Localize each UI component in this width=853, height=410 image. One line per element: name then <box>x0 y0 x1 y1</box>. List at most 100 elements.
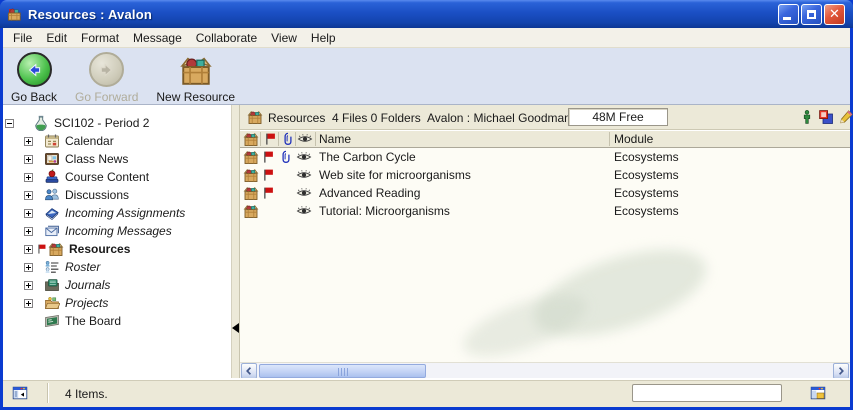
go-forward-button[interactable]: Go Forward <box>73 52 140 104</box>
menu-collaborate[interactable]: Collaborate <box>189 29 264 47</box>
sidebar-item-class-news[interactable]: Class News <box>3 150 231 168</box>
tree-item-label: The Board <box>65 314 121 328</box>
close-icon: ✕ <box>829 8 840 21</box>
resource-module: Ecosystems <box>614 168 679 182</box>
menu-help[interactable]: Help <box>304 29 343 47</box>
resource-name: The Carbon Cycle <box>319 150 416 164</box>
expand-plus-icon[interactable] <box>24 281 33 290</box>
resource-name: Advanced Reading <box>319 186 420 200</box>
sidebar-item-discussions[interactable]: Discussions <box>3 186 231 204</box>
tree-item-label: Course Content <box>65 170 149 184</box>
eye-icon <box>296 167 312 183</box>
statusbar-field <box>632 384 782 402</box>
resource-name: Web site for microorganisms <box>319 168 471 182</box>
expand-plus-icon[interactable] <box>24 173 33 182</box>
flask-icon <box>33 115 49 131</box>
expand-plus-icon[interactable] <box>24 245 33 254</box>
course-tree: SCI102 - Period 2 Calendar Class News Co… <box>3 105 232 378</box>
menu-format[interactable]: Format <box>74 29 126 47</box>
expand-plus-icon[interactable] <box>24 263 33 272</box>
table-row[interactable]: Web site for microorganisms Ecosystems <box>240 166 850 184</box>
column-eye-icon[interactable] <box>297 131 313 147</box>
go-back-button[interactable]: Go Back <box>9 52 59 104</box>
minimize-button[interactable] <box>778 4 799 25</box>
title-bar: Resources : Avalon ✕ <box>0 0 853 28</box>
menu-bar: File Edit Format Message Collaborate Vie… <box>3 28 850 48</box>
sidebar-item-course-content[interactable]: Course Content <box>3 168 231 186</box>
eye-icon <box>296 185 312 201</box>
menu-view[interactable]: View <box>264 29 304 47</box>
toolbar: Go Back Go Forward New Resource <box>3 48 850 105</box>
expand-plus-icon[interactable] <box>24 191 33 200</box>
panel-toggle-icon[interactable] <box>12 385 28 401</box>
column-separator <box>315 132 316 146</box>
free-space-label: 48M Free <box>592 110 643 124</box>
items-count-label: 4 Items. <box>65 387 108 401</box>
resource-crate-icon <box>243 185 259 201</box>
table-row[interactable]: The Carbon Cycle Ecosystems <box>240 148 850 166</box>
new-resource-label: New Resource <box>156 90 235 104</box>
resources-crate-icon <box>247 109 263 125</box>
resource-module: Ecosystems <box>614 150 679 164</box>
column-flag-icon[interactable] <box>262 131 278 147</box>
tree-root-course[interactable]: SCI102 - Period 2 <box>3 114 231 132</box>
tree-item-label: Discussions <box>65 188 129 202</box>
collapse-left-icon[interactable] <box>232 323 239 333</box>
incoming-messages-icon <box>44 223 60 239</box>
sidebar-item-roster[interactable]: Roster <box>3 258 231 276</box>
column-header-module[interactable]: Module <box>614 132 653 146</box>
board-icon <box>44 313 60 329</box>
column-header-name[interactable]: Name <box>319 132 351 146</box>
close-button[interactable]: ✕ <box>824 4 845 25</box>
sidebar-item-incoming-assignments[interactable]: Incoming Assignments <box>3 204 231 222</box>
course-content-icon <box>44 169 60 185</box>
scroll-left-button[interactable] <box>241 363 257 379</box>
window-controls: ✕ <box>778 4 845 25</box>
layers-icon[interactable] <box>818 109 834 125</box>
column-header-row: Name Module <box>240 130 850 148</box>
resource-crate-icon <box>243 203 259 219</box>
column-crate-icon[interactable] <box>243 131 259 147</box>
panel-splitter[interactable] <box>232 105 240 378</box>
sidebar-item-incoming-messages[interactable]: Incoming Messages <box>3 222 231 240</box>
person-icon[interactable] <box>799 109 815 125</box>
sidebar-item-the-board[interactable]: The Board <box>3 312 231 330</box>
sidebar-item-calendar[interactable]: Calendar <box>3 132 231 150</box>
expand-plus-icon[interactable] <box>24 299 33 308</box>
expand-plus-icon[interactable] <box>24 155 33 164</box>
tree-item-label: Class News <box>65 152 128 166</box>
expand-plus-icon[interactable] <box>24 227 33 236</box>
column-paperclip-icon[interactable] <box>280 131 296 147</box>
incoming-assignments-icon <box>44 205 60 221</box>
chevron-left-icon <box>242 363 256 379</box>
expand-plus-icon[interactable] <box>24 209 33 218</box>
tree-item-label: Calendar <box>65 134 114 148</box>
maximize-button[interactable] <box>801 4 822 25</box>
scroll-right-button[interactable] <box>833 363 849 379</box>
window-title: Resources : Avalon <box>28 7 778 22</box>
sidebar-item-projects[interactable]: Projects <box>3 294 231 312</box>
horizontal-scrollbar[interactable] <box>240 362 850 378</box>
layout-toggle-icon[interactable] <box>810 385 826 401</box>
column-separator <box>260 132 261 146</box>
expand-plus-icon[interactable] <box>24 137 33 146</box>
menu-file[interactable]: File <box>6 29 39 47</box>
files-folders-summary: 4 Files 0 Folders <box>332 111 421 125</box>
menu-edit[interactable]: Edit <box>39 29 74 47</box>
pencil-icon[interactable] <box>838 109 853 125</box>
table-row[interactable]: Tutorial: Microorganisms Ecosystems <box>240 202 850 220</box>
new-resource-crate-icon <box>179 53 213 87</box>
new-resource-button[interactable]: New Resource <box>154 52 237 104</box>
collapse-minus-icon[interactable] <box>5 119 14 128</box>
panel-title: Resources <box>268 111 325 125</box>
scrollbar-thumb[interactable] <box>259 364 426 378</box>
calendar-icon <box>44 133 60 149</box>
menu-message[interactable]: Message <box>126 29 189 47</box>
sidebar-item-resources[interactable]: Resources <box>3 240 231 258</box>
roster-icon <box>44 259 60 275</box>
table-row[interactable]: Advanced Reading Ecosystems <box>240 184 850 202</box>
sidebar-item-journals[interactable]: Journals <box>3 276 231 294</box>
flag-icon <box>35 242 48 256</box>
panel-info-bar: Resources 4 Files 0 Folders Avalon : Mic… <box>240 105 850 130</box>
resource-crate-icon <box>243 167 259 183</box>
